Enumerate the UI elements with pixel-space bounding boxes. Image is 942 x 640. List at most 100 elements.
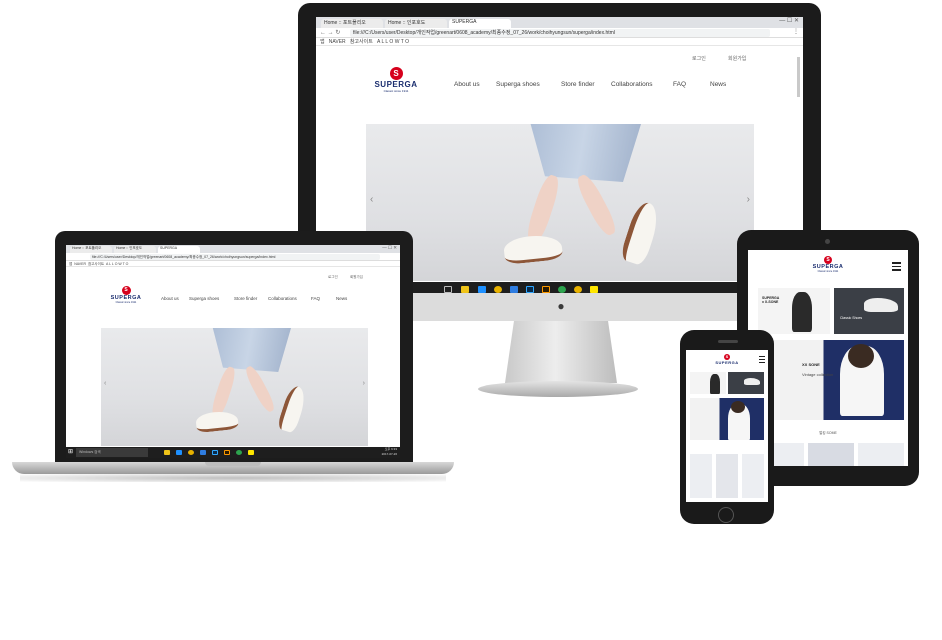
task-view-icon[interactable] [444, 286, 452, 293]
login-link[interactable]: 로그인 [328, 275, 338, 280]
illustrator-icon[interactable] [542, 286, 550, 293]
lookbook-tile[interactable] [858, 443, 904, 466]
hero-slider: ‹ › [366, 124, 754, 281]
hamburger-menu-icon[interactable] [759, 356, 765, 365]
bookmark-allowto[interactable]: A L L O W T O [377, 39, 409, 45]
lookbook-tile[interactable] [742, 454, 764, 498]
tab-label: Home :: 포트폴리오 [324, 20, 366, 26]
bookmark-apps[interactable]: 앱 [320, 39, 325, 45]
photoshop-icon[interactable] [526, 286, 534, 293]
nav-about-us[interactable]: About us [161, 296, 179, 301]
collab-tile[interactable]: SUPERGA x X-SONE [758, 288, 830, 334]
folder-icon[interactable] [164, 450, 170, 455]
nav-arrows-icon[interactable]: ← → ↻ [320, 29, 340, 36]
kakaotalk-icon[interactable] [248, 450, 254, 455]
browser-tab[interactable]: Home :: 포트폴리오 [321, 19, 383, 28]
bookmark-naver[interactable]: NAVER [329, 39, 346, 45]
nav-superga-shoes[interactable]: Superga shoes [496, 81, 540, 88]
kakaotalk-icon[interactable] [590, 286, 598, 293]
hero-prev-arrow-icon[interactable]: ‹ [370, 194, 373, 205]
bookmark-reference[interactable]: 참고사이트 [350, 39, 373, 45]
login-link[interactable]: 로그인 [692, 55, 706, 62]
bookmark-allowto[interactable]: A L L O W T O [106, 262, 128, 266]
hero-shoe-left [502, 233, 564, 265]
nav-about-us[interactable]: About us [454, 81, 480, 88]
edge-icon[interactable] [176, 450, 182, 455]
taskbar-clock[interactable]: 오후 9:33 2017-07-26 [382, 447, 397, 457]
chrome-icon[interactable] [188, 450, 194, 455]
photoshop-icon[interactable] [212, 450, 218, 455]
taskbar-search[interactable]: Windows 검색 [76, 448, 148, 457]
windows-start-icon[interactable]: ⊞ [68, 448, 73, 455]
banner-subtitle: Vintage collection [802, 372, 834, 377]
nav-store-finder[interactable]: Store finder [234, 296, 257, 301]
bookmarks-bar: 앱 NAVER 참고사이트 A L L O W T O [66, 261, 400, 267]
nav-store-finder[interactable]: Store finder [561, 81, 595, 88]
hamburger-menu-icon[interactable] [892, 262, 901, 273]
nav-superga-shoes[interactable]: Superga shoes [189, 296, 219, 301]
bookmark-apps[interactable]: 앱 [69, 262, 72, 266]
folder-icon[interactable] [461, 286, 469, 293]
bookmark-naver[interactable]: NAVER [74, 262, 86, 266]
hero-next-arrow-icon[interactable]: › [363, 380, 365, 387]
nav-faq[interactable]: FAQ [311, 296, 320, 301]
classic-shoes-tile[interactable]: Classic Shoes [834, 288, 904, 334]
superga-logo[interactable]: S SUPERGA Classic since 1911 [368, 67, 424, 93]
app-icon[interactable] [558, 286, 566, 293]
illustrator-icon[interactable] [224, 450, 230, 455]
collab-tile[interactable] [690, 372, 726, 394]
nav-collaborations[interactable]: Collaborations [611, 81, 653, 88]
classic-shoes-tile[interactable] [728, 372, 764, 394]
nav-faq[interactable]: FAQ [673, 81, 686, 88]
window-controls[interactable]: — ☐ ✕ [779, 17, 799, 24]
browser-tab[interactable]: Home :: 인포호도 [385, 19, 447, 28]
hero-leg-right [242, 364, 278, 414]
lookbook-tile[interactable] [716, 454, 738, 498]
edge-icon[interactable] [478, 286, 486, 293]
phone-home-button[interactable] [718, 507, 734, 523]
nav-collaborations[interactable]: Collaborations [268, 296, 297, 301]
nav-news[interactable]: News [710, 81, 726, 88]
hero-prev-arrow-icon[interactable]: ‹ [104, 380, 106, 387]
tab-label: SUPERGA [160, 246, 178, 250]
tab-label: Home :: 포트폴리오 [72, 246, 102, 250]
banner-model-hair [848, 344, 874, 368]
hero-next-arrow-icon[interactable]: › [747, 194, 750, 205]
hero-shoe-right [276, 384, 309, 434]
superga-mark-icon: S [824, 256, 832, 264]
window-controls[interactable]: — ☐ ✕ [382, 245, 397, 251]
lookbook-tile[interactable] [690, 454, 712, 498]
address-bar: ← → ↻ file:///C:/Users/user/Desktop/개인작업… [316, 28, 803, 38]
app-icon[interactable] [510, 286, 518, 293]
lookbook-tile[interactable] [808, 443, 854, 466]
address-bar: file:///C:/Users/user/Desktop/개인작업/green… [66, 253, 400, 261]
bookmark-reference[interactable]: 참고사이트 [88, 262, 104, 266]
browser-tab-bar: Home :: 포트폴리오 Home :: 인포호도 SUPERGA — ☐ ✕ [316, 17, 803, 28]
laptop-shadow [20, 474, 446, 482]
chrome-icon[interactable] [494, 286, 502, 293]
chrome-icon[interactable] [574, 286, 582, 293]
menu-icon[interactable]: ⋮ [793, 28, 799, 35]
browser-tab-active[interactable]: SUPERGA [449, 19, 511, 28]
superga-logo[interactable]: S SUPERGA [710, 354, 744, 365]
nav-news[interactable]: News [336, 296, 347, 301]
scrollbar[interactable] [797, 57, 800, 97]
url-text: file:///C:/Users/user/Desktop/개인작업/green… [92, 255, 276, 259]
signup-link[interactable]: 회원가입 [728, 55, 746, 62]
app-icon[interactable] [200, 450, 206, 455]
tablet-camera [825, 239, 830, 244]
url-field[interactable]: file:///C:/Users/user/Desktop/개인작업/green… [350, 29, 770, 37]
tile-title: Classic Shoes [840, 316, 863, 320]
clock-time: 오후 9:33 [384, 447, 397, 451]
browser-tab[interactable]: Home :: 포트폴리오 [70, 246, 112, 253]
vintage-collection-banner[interactable] [690, 398, 764, 440]
browser-tab-active[interactable]: SUPERGA [158, 246, 200, 253]
vintage-collection-banner[interactable]: XX SONE Vintage collection [758, 340, 904, 420]
superga-logo[interactable]: S SUPERGA Classic since 1911 [808, 256, 848, 273]
url-field[interactable]: file:///C:/Users/user/Desktop/개인작업/green… [90, 254, 380, 260]
browser-tab[interactable]: Home :: 인포호도 [114, 246, 156, 253]
signup-link[interactable]: 회원가입 [350, 275, 363, 280]
hero-slider: ‹ › [101, 328, 368, 446]
app-icon[interactable] [236, 450, 242, 455]
superga-logo[interactable]: S SUPERGA Classic since 1911 [106, 286, 146, 304]
